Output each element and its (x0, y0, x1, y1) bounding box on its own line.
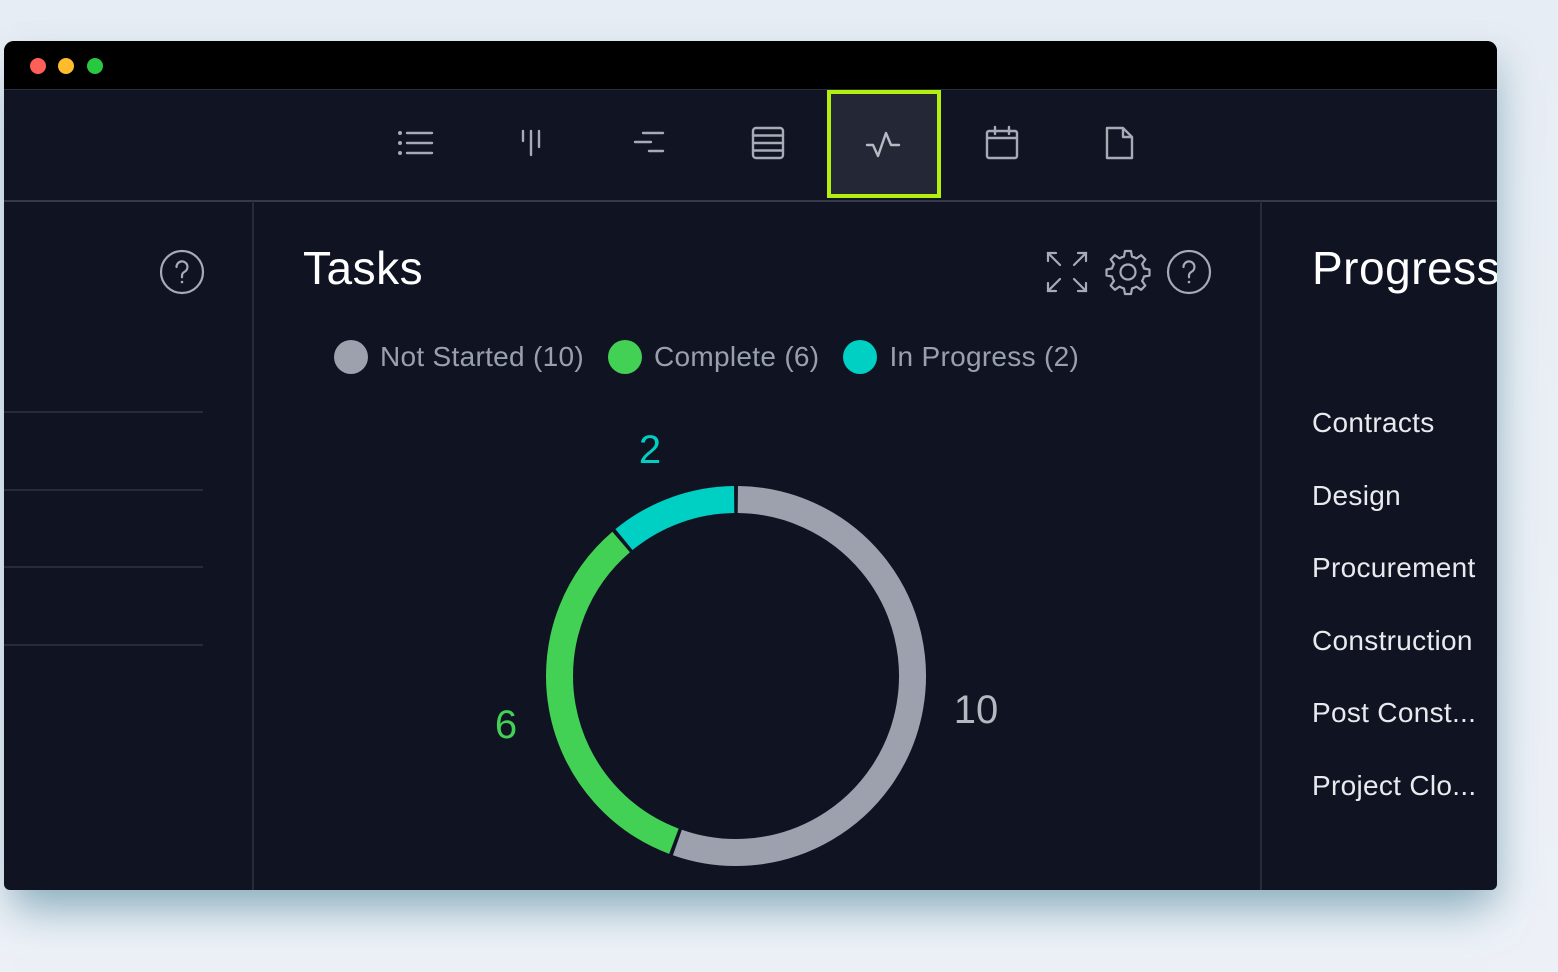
app-window: Tasks Not Started (10) Complete (6) In P… (4, 41, 1497, 890)
data-label-not-started: 10 (954, 688, 999, 732)
view-toolbar (4, 89, 1497, 202)
left-panel (4, 201, 254, 890)
title-bar (4, 41, 1497, 89)
pulse-icon (865, 131, 901, 158)
donut-slice-not-started[interactable] (672, 486, 926, 866)
document-view-button[interactable] (1062, 90, 1176, 196)
left-divider (4, 644, 203, 646)
progress-item[interactable]: Construction (1312, 625, 1473, 657)
list-icon (398, 130, 434, 156)
progress-item[interactable]: Post Const... (1312, 697, 1476, 729)
donut-slice-complete[interactable] (546, 531, 679, 854)
sheet-view-button[interactable] (711, 90, 825, 196)
progress-item[interactable]: Design (1312, 480, 1401, 512)
tasks-panel: Tasks Not Started (10) Complete (6) In P… (254, 201, 1262, 890)
sheet-icon (751, 126, 785, 160)
document-icon (1105, 126, 1134, 160)
maximize-window-button[interactable] (87, 58, 103, 74)
left-help-button[interactable] (159, 249, 205, 295)
help-icon (159, 249, 205, 295)
board-icon (521, 129, 541, 157)
minimize-window-button[interactable] (58, 58, 74, 74)
progress-item[interactable]: Contracts (1312, 407, 1435, 439)
calendar-view-button[interactable] (945, 90, 1059, 196)
calendar-icon (985, 125, 1019, 160)
progress-title: Progress (1312, 242, 1497, 294)
data-label-in-progress: 2 (639, 428, 661, 472)
gantt-icon (633, 131, 665, 153)
list-view-button[interactable] (359, 90, 473, 196)
close-window-button[interactable] (30, 58, 46, 74)
donut-slice-in-progress[interactable] (615, 486, 735, 551)
left-divider (4, 411, 203, 413)
progress-item[interactable]: Project Clo... (1312, 770, 1476, 802)
dashboard-view-button[interactable] (827, 90, 941, 198)
tasks-donut-chart: 10 6 2 (495, 428, 999, 866)
board-view-button[interactable] (474, 90, 588, 196)
gantt-view-button[interactable] (592, 90, 706, 196)
data-label-complete: 6 (495, 703, 517, 747)
left-divider (4, 566, 203, 568)
progress-panel: Progress Contracts Design Procurement Co… (1262, 201, 1497, 890)
left-divider (4, 489, 203, 491)
progress-item[interactable]: Procurement (1312, 552, 1476, 584)
